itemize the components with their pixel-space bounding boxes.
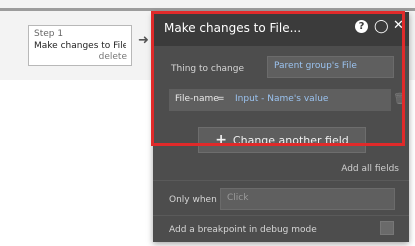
panel-title: Make changes to File... <box>164 21 302 35</box>
thing-to-change-label: Thing to change <box>171 64 244 74</box>
workflow-bar <box>0 8 415 11</box>
breakpoint-label: Add a breakpoint in debug mode <box>169 225 317 235</box>
equals-sign: = <box>217 94 225 104</box>
field-change-row[interactable]: File-name = Input - Name's value <box>169 89 391 111</box>
step-number: Step 1 <box>34 29 64 39</box>
help-icon[interactable]: ? <box>355 20 368 33</box>
workflow-step-card[interactable]: Step 1 Make changes to File... delete <box>28 25 132 66</box>
only-when-input[interactable]: Click <box>220 188 395 210</box>
arrow-right-icon: ➜ <box>138 33 149 48</box>
divider <box>153 215 409 216</box>
only-when-label: Only when <box>169 195 217 205</box>
breakpoint-checkbox[interactable] <box>380 221 394 235</box>
change-another-field-button[interactable]: + Change another field <box>198 127 366 153</box>
action-property-panel: Make changes to File... ? ◯ ✕ Thing to c… <box>153 12 409 242</box>
plus-icon: + <box>215 132 227 148</box>
field-value-expression[interactable]: Input - Name's value <box>235 94 328 104</box>
comment-icon[interactable]: ◯ <box>374 19 389 34</box>
add-all-fields-link[interactable]: Add all fields <box>341 164 399 174</box>
panel-header: Make changes to File... ? ◯ ✕ <box>153 12 409 46</box>
change-another-field-label: Change another field <box>232 134 349 147</box>
field-name: File-name <box>175 94 219 104</box>
thing-to-change-input[interactable]: Parent group's File <box>267 56 394 78</box>
close-icon[interactable]: ✕ <box>393 18 404 33</box>
step-delete-link[interactable]: delete <box>99 51 127 63</box>
divider <box>153 180 409 181</box>
trash-icon[interactable]: 🗑 <box>393 92 407 105</box>
